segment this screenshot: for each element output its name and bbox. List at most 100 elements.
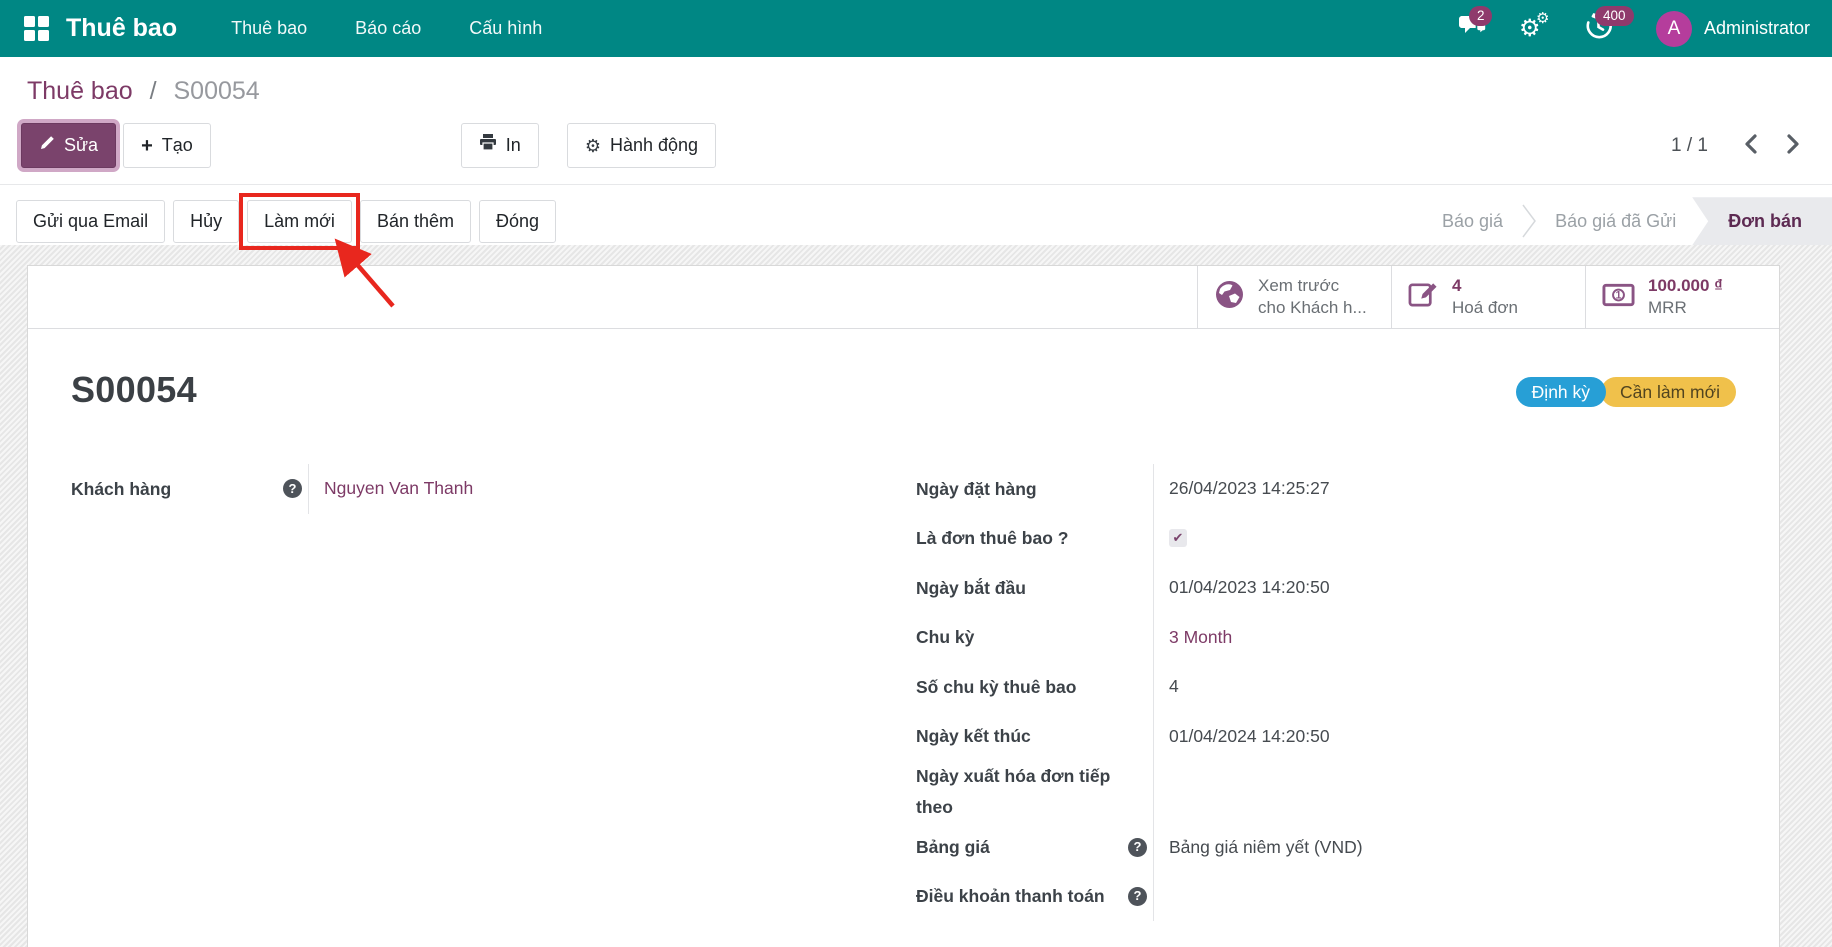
invoice-edit-icon: [1408, 279, 1439, 315]
breadcrumb-separator: /: [150, 77, 157, 105]
renew-button[interactable]: Làm mới: [247, 200, 352, 243]
menu-cau-hinh[interactable]: Cấu hình: [445, 0, 566, 57]
pager-previous-button[interactable]: [1736, 130, 1765, 161]
status-step-quotation[interactable]: Báo giá: [1442, 211, 1503, 232]
left-field-column: Khách hàng ? Nguyen Van Thanh: [71, 464, 916, 921]
plus-icon: +: [141, 139, 153, 153]
pricelist-value: Bảng giá niêm yết (VND): [1153, 822, 1736, 872]
invoice-label: Hoá đơn: [1452, 298, 1518, 317]
field-row-end-date: Ngày kết thúc 01/04/2024 14:20:50: [916, 712, 1736, 762]
apps-grid-square: [38, 16, 49, 27]
to-renew-badge: Cần làm mới: [1601, 377, 1736, 407]
close-button[interactable]: Đóng: [479, 200, 556, 243]
is-subscription-checkbox[interactable]: ✔: [1169, 529, 1187, 547]
pager-next-button[interactable]: [1779, 130, 1808, 161]
main-menu: Thuê bao Báo cáo Cấu hình: [207, 0, 566, 57]
field-row-cycle-count: Số chu kỳ thuê bao 4: [916, 662, 1736, 712]
field-groups: Khách hàng ? Nguyen Van Thanh Ngày đặt h…: [71, 464, 1736, 921]
svg-text:1: 1: [1616, 289, 1622, 301]
customer-link[interactable]: Nguyen Van Thanh: [324, 478, 473, 499]
sheet-body: S00054 Định kỳ Cần làm mới Khách hàng ?: [28, 329, 1779, 941]
messages-count-badge: 2: [1469, 6, 1493, 26]
apps-grid-square: [38, 30, 49, 41]
user-avatar[interactable]: A: [1656, 11, 1692, 47]
action-button[interactable]: ⚙ Hành động: [567, 123, 716, 168]
pencil-icon: [39, 133, 55, 158]
apps-menu-icon[interactable]: [24, 16, 50, 42]
send-email-button[interactable]: Gửi qua Email: [16, 200, 165, 243]
mrr-amount: 100.000 ₫: [1648, 276, 1723, 295]
app-brand[interactable]: Thuê bao: [66, 14, 177, 43]
globe-icon: [1214, 279, 1245, 315]
pager-count: 1 / 1: [1671, 135, 1708, 157]
apps-grid-square: [24, 16, 35, 27]
create-button[interactable]: + Tạo: [123, 123, 211, 168]
check-icon: ✔: [1173, 530, 1184, 546]
form-sheet: Xem trước cho Khách h... 4 Hoá đơn: [27, 265, 1780, 947]
status-step-sales-order[interactable]: Đơn bán: [1692, 197, 1832, 245]
statusbar-row: Gửi qua Email Hủy Làm mới Bán thêm Đóng …: [0, 197, 1832, 245]
upsell-button[interactable]: Bán thêm: [360, 200, 471, 243]
next-invoice-date-value: [1153, 761, 1736, 822]
activities-button[interactable]: 400: [1569, 0, 1628, 57]
order-date-value: 26/04/2023 14:25:27: [1153, 464, 1736, 514]
customer-field-row: Khách hàng ? Nguyen Van Thanh: [71, 464, 916, 514]
settings-button[interactable]: ⚙ ⚙: [1503, 0, 1569, 57]
field-row-payment-terms: Điều khoản thanh toán ?: [916, 872, 1736, 922]
mrr-label: MRR: [1648, 298, 1687, 317]
edit-button[interactable]: Sửa: [21, 123, 116, 168]
right-field-column: Ngày đặt hàng 26/04/2023 14:25:27 Là đơn…: [916, 464, 1736, 921]
pager: 1 / 1: [1671, 130, 1816, 161]
field-row-start-date: Ngày bắt đầu 01/04/2023 14:20:50: [916, 563, 1736, 613]
field-row-next-invoice-date: Ngày xuất hóa đơn tiếp theo: [916, 761, 1736, 822]
field-row-period: Chu kỳ 3 Month: [916, 613, 1736, 663]
apps-grid-square: [24, 30, 35, 41]
control-panel: Sửa + Tạo In ⚙ Hành động 1 / 1: [0, 115, 1832, 184]
recurring-badge: Định kỳ: [1516, 377, 1606, 407]
invoice-count: 4: [1452, 276, 1461, 295]
customer-preview-smart-button[interactable]: Xem trước cho Khách h...: [1197, 266, 1391, 328]
field-row-pricelist: Bảng giá ? Bảng giá niêm yết (VND): [916, 822, 1736, 872]
help-icon: ?: [1128, 838, 1147, 857]
breadcrumb-current: S00054: [174, 77, 260, 105]
customer-label: Khách hàng: [71, 474, 283, 505]
print-action-group: In ⚙ Hành động: [461, 123, 716, 168]
form-view-background: Xem trước cho Khách h... 4 Hoá đơn: [0, 245, 1832, 947]
invoices-smart-button[interactable]: 4 Hoá đơn: [1391, 266, 1585, 328]
status-step-quotation-sent[interactable]: Báo giá đã Gửi: [1555, 211, 1676, 232]
field-row-order-date: Ngày đặt hàng 26/04/2023 14:25:27: [916, 464, 1736, 514]
messages-button[interactable]: 2: [1443, 0, 1503, 57]
renew-button-wrapper: Làm mới: [247, 200, 352, 243]
mrr-smart-button[interactable]: 1 100.000 ₫ MRR: [1585, 266, 1779, 328]
end-date-value: 01/04/2024 14:20:50: [1153, 712, 1736, 762]
cancel-button[interactable]: Hủy: [173, 200, 239, 243]
user-name[interactable]: Administrator: [1704, 18, 1814, 39]
help-icon: ?: [283, 479, 302, 498]
menu-thue-bao[interactable]: Thuê bao: [207, 0, 331, 57]
start-date-value: 01/04/2023 14:20:50: [1153, 563, 1736, 613]
payment-terms-value: [1153, 872, 1736, 922]
smart-button-box: Xem trước cho Khách h... 4 Hoá đơn: [28, 266, 1779, 329]
top-navbar: Thuê bao Thuê bao Báo cáo Cấu hình 2 ⚙ ⚙: [0, 0, 1832, 57]
smart-button-line1: Xem trước: [1258, 276, 1339, 295]
title-row: S00054 Định kỳ Cần làm mới: [71, 329, 1736, 411]
state-badges: Định kỳ Cần làm mới: [1516, 377, 1736, 407]
breadcrumb: Thuê bao / S00054: [0, 57, 1832, 115]
printer-icon: [479, 133, 497, 158]
statusbar: Báo giá Báo giá đã Gửi Đơn bán: [1442, 197, 1832, 245]
menu-bao-cao[interactable]: Báo cáo: [331, 0, 445, 57]
help-icon: ?: [1128, 887, 1147, 906]
print-button[interactable]: In: [461, 123, 539, 168]
gear-icon: ⚙: [585, 139, 601, 153]
order-reference-title: S00054: [71, 369, 197, 411]
money-icon: 1: [1602, 283, 1635, 312]
control-panel-divider: [0, 184, 1832, 185]
navbar-systray: 2 ⚙ ⚙ 400 A Administrator: [1443, 0, 1814, 57]
gears-icon: ⚙ ⚙: [1519, 12, 1553, 46]
activities-count-badge: 400: [1595, 6, 1634, 26]
period-link[interactable]: 3 Month: [1169, 627, 1232, 648]
status-step-separator: [1521, 203, 1537, 239]
smart-button-line2: cho Khách h...: [1258, 298, 1367, 317]
field-row-is-subscription: Là đơn thuê bao ? ✔: [916, 514, 1736, 564]
breadcrumb-parent-link[interactable]: Thuê bao: [27, 77, 133, 105]
